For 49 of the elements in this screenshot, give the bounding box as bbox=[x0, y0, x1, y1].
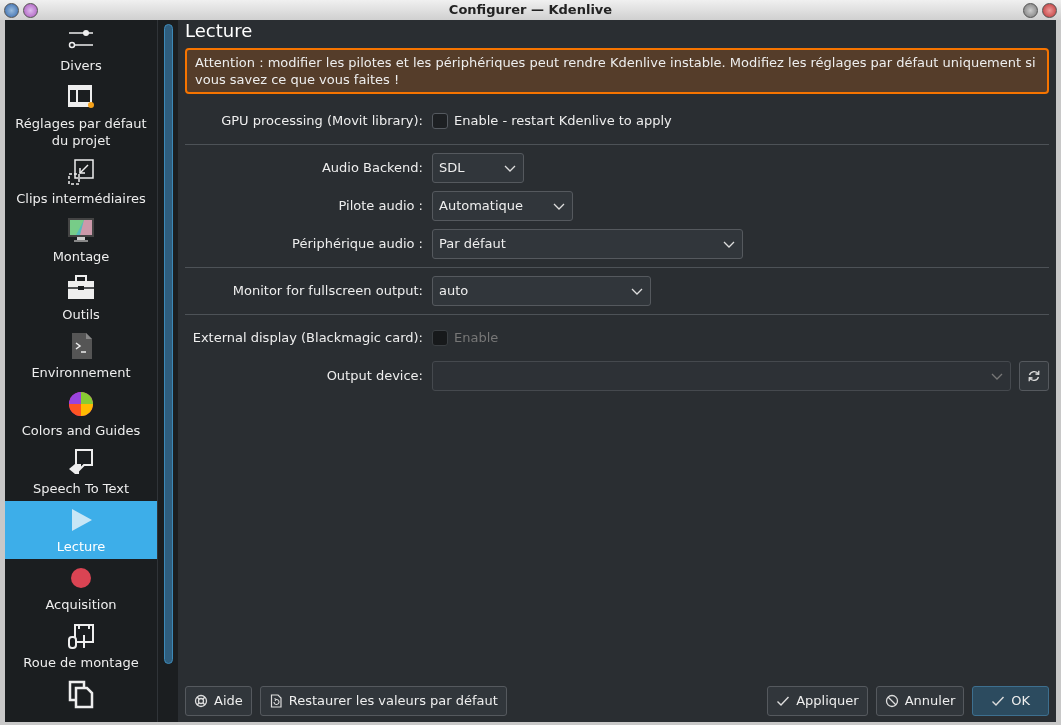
sidebar-item[interactable]: Acquisition bbox=[5, 559, 157, 617]
dialog-button[interactable]: Aide bbox=[185, 686, 252, 716]
window-button[interactable] bbox=[1023, 3, 1038, 18]
lifebuoy-icon bbox=[194, 694, 208, 708]
sidebar-item[interactable]: Clips intermédiaires bbox=[5, 153, 157, 211]
window-button[interactable] bbox=[4, 3, 19, 18]
dialog-button[interactable]: Appliquer bbox=[767, 686, 868, 716]
dialog-button[interactable]: Annuler bbox=[875, 686, 965, 716]
field-label: Périphérique audio : bbox=[291, 235, 423, 254]
refresh-button[interactable] bbox=[1019, 361, 1049, 391]
field-label: Audio Backend: bbox=[320, 159, 423, 178]
sidebar-item[interactable]: Réglages par défaut du projet bbox=[5, 78, 157, 153]
sidebar-item[interactable]: Montage bbox=[5, 211, 157, 269]
dropdown[interactable]: Par défaut bbox=[432, 229, 743, 259]
color-wheel-icon bbox=[66, 389, 96, 419]
dropdown[interactable]: SDL bbox=[432, 153, 524, 183]
jog-wheel-icon bbox=[66, 621, 96, 651]
copy-icon bbox=[66, 679, 96, 709]
monitor-icon bbox=[66, 215, 96, 245]
document-restore-icon bbox=[268, 694, 283, 708]
check-icon bbox=[776, 694, 791, 708]
window-button[interactable] bbox=[23, 3, 38, 18]
checkbox[interactable] bbox=[432, 113, 448, 129]
field-label: Monitor for fullscreen output: bbox=[231, 282, 423, 301]
sidebar-item[interactable]: Environnement bbox=[5, 327, 157, 385]
field-label: GPU processing (Movit library): bbox=[220, 112, 423, 131]
field-label: External display (Blackmagic card): bbox=[191, 329, 423, 348]
warning-message: Attention : modifier les pilotes et les périphériques peut rendre Kdenlive instable. Modifiez les réglages par défaut uniquement si vous savez ce que vous faites ! bbox=[185, 48, 1049, 94]
resize-icon bbox=[66, 157, 96, 187]
check-icon bbox=[991, 694, 1006, 708]
sidebar-item[interactable]: Speech To Text bbox=[5, 443, 157, 501]
dialog-button[interactable]: OK bbox=[972, 686, 1049, 716]
checkbox-label: Enable bbox=[454, 329, 499, 348]
sidebar-item[interactable]: Roue de montage bbox=[5, 617, 157, 675]
scrollbar-thumb[interactable] bbox=[163, 24, 173, 664]
sidebar-item[interactable]: Divers bbox=[5, 20, 157, 78]
dropdown[interactable]: Automatique bbox=[432, 191, 573, 221]
field-label: Output device: bbox=[325, 367, 423, 386]
sidebar-item[interactable]: Outils bbox=[5, 269, 157, 327]
dialog-button[interactable]: Restaurer les valeurs par défaut bbox=[259, 686, 507, 716]
refresh-icon bbox=[1027, 369, 1041, 383]
checkbox-label: Enable - restart Kdenlive to apply bbox=[454, 112, 672, 131]
field-label: Pilote audio : bbox=[337, 197, 423, 216]
sidebar-item[interactable]: Colors and Guides bbox=[5, 385, 157, 443]
dropdown[interactable]: auto bbox=[432, 276, 651, 306]
window-button[interactable] bbox=[1042, 3, 1057, 18]
window-title: Configurer — Kdenlive bbox=[448, 1, 613, 20]
page-title: Lecture bbox=[185, 20, 254, 42]
cancel-icon bbox=[884, 694, 899, 708]
